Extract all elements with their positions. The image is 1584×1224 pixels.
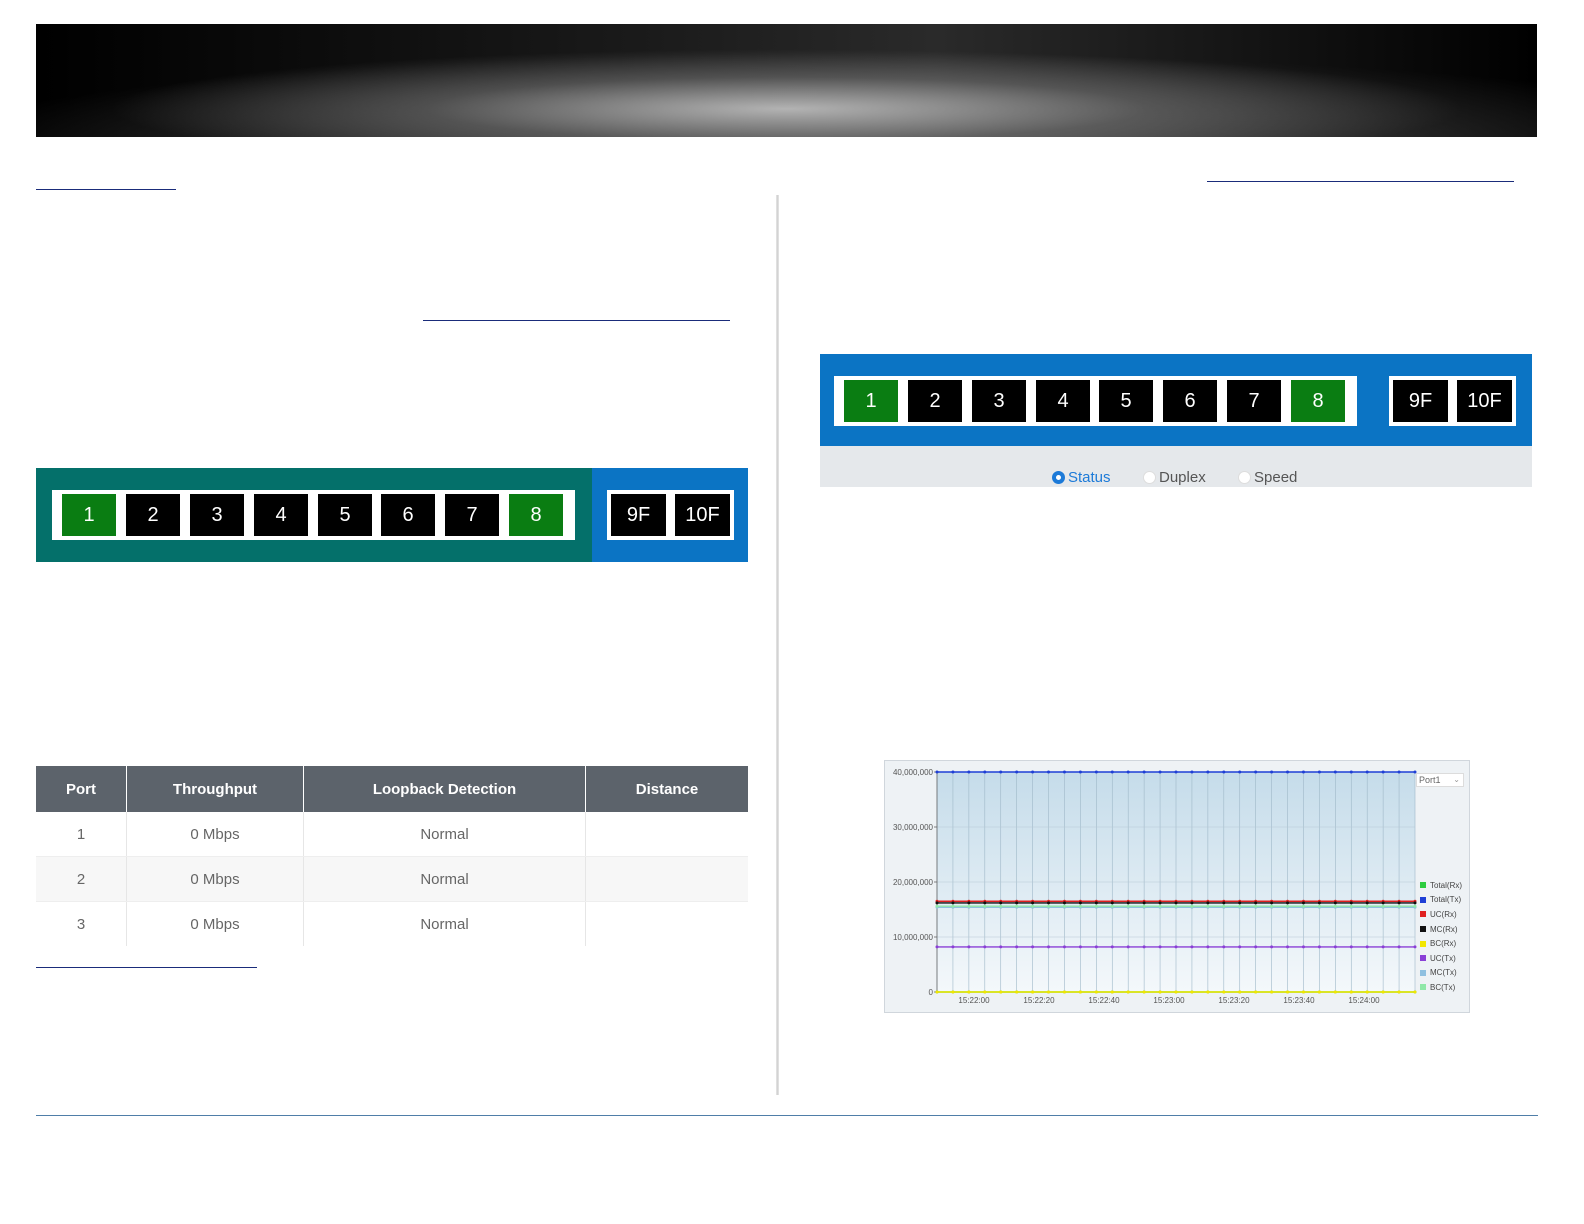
section-heading-underline (36, 189, 176, 190)
cell-loopback-detection: Normal (303, 856, 586, 902)
column-header-loopback-detection: Loopback Detection (303, 766, 586, 812)
cell-throughput: 0 Mbps (126, 901, 304, 946)
radio-dot-icon (1143, 471, 1156, 484)
speed-radio[interactable]: Speed (1238, 469, 1297, 486)
port-status-table: Port Throughput Loopback Detection Dista… (36, 766, 748, 946)
legend-swatch (1420, 940, 1426, 947)
legend-item: UC(Tx) (1420, 951, 1462, 966)
legend-swatch (1420, 984, 1426, 991)
legend-swatch (1420, 969, 1426, 976)
right-port-10f[interactable]: 10F (1457, 380, 1512, 422)
cell-throughput: 0 Mbps (126, 812, 304, 857)
right-port-9f[interactable]: 9F (1393, 380, 1448, 422)
legend-item: Total(Tx) (1420, 893, 1462, 908)
table-header-row: Port Throughput Loopback Detection Dista… (36, 766, 748, 812)
column-header-distance: Distance (585, 766, 748, 812)
port-view-option-bar: Status Duplex Speed (820, 446, 1532, 487)
table-row: 2 0 Mbps Normal (36, 856, 748, 902)
legend-item: Total(Rx) (1420, 878, 1462, 893)
cell-distance (585, 812, 748, 857)
legend-swatch (1420, 882, 1426, 889)
port-select-value: Port1 (1419, 775, 1441, 785)
column-divider (776, 195, 779, 1095)
cell-port: 1 (36, 812, 127, 857)
right-port-5[interactable]: 5 (1099, 380, 1153, 422)
left-port-2[interactable]: 2 (126, 494, 180, 536)
left-port-4[interactable]: 4 (254, 494, 308, 536)
right-port-3[interactable]: 3 (972, 380, 1026, 422)
status-radio[interactable]: Status (1052, 469, 1111, 486)
body-link-underline (423, 320, 730, 321)
left-port-1[interactable]: 1 (62, 494, 116, 536)
right-port-8[interactable]: 8 (1291, 380, 1345, 422)
cell-port: 3 (36, 901, 127, 946)
speed-radio-label: Speed (1254, 469, 1298, 486)
legend-swatch (1420, 926, 1426, 933)
right-port-1[interactable]: 1 (844, 380, 898, 422)
left-port-3[interactable]: 3 (190, 494, 244, 536)
right-port-6[interactable]: 6 (1163, 380, 1217, 422)
legend-item: MC(Rx) (1420, 922, 1462, 937)
column-header-port: Port (36, 766, 127, 812)
cell-distance (585, 856, 748, 902)
legend-label: MC(Rx) (1430, 924, 1458, 934)
legend-swatch (1420, 896, 1426, 903)
header-banner (36, 24, 1537, 137)
header-link-underline (1207, 181, 1514, 182)
right-port-2[interactable]: 2 (908, 380, 962, 422)
legend-label: MC(Tx) (1430, 968, 1457, 978)
legend-item: BC(Tx) (1420, 980, 1462, 995)
port-select-dropdown[interactable]: Port1 ⌄ (1416, 773, 1464, 787)
radio-dot-icon (1238, 471, 1251, 484)
right-port-4[interactable]: 4 (1036, 380, 1090, 422)
legend-label: Total(Rx) (1430, 880, 1463, 890)
cell-loopback-detection: Normal (303, 812, 586, 857)
left-port-8[interactable]: 8 (509, 494, 563, 536)
table-row: 1 0 Mbps Normal (36, 812, 748, 857)
traffic-line-chart: 40,000,00030,000,00020,000,00010,000,000… (893, 768, 1417, 1005)
duplex-radio-label: Duplex (1159, 469, 1206, 486)
duplex-radio[interactable]: Duplex (1143, 469, 1206, 486)
chevron-down-icon: ⌄ (1453, 775, 1460, 784)
left-port-5[interactable]: 5 (318, 494, 372, 536)
table-row: 3 0 Mbps Normal (36, 901, 749, 947)
left-port-9f[interactable]: 9F (611, 494, 666, 536)
legend-item: MC(Tx) (1420, 966, 1462, 981)
left-port-6[interactable]: 6 (381, 494, 435, 536)
legend-label: Total(Tx) (1430, 895, 1462, 905)
radio-dot-icon (1052, 471, 1065, 484)
column-header-throughput: Throughput (126, 766, 304, 812)
cell-port: 2 (36, 856, 127, 902)
legend-label: UC(Tx) (1430, 953, 1456, 963)
legend-swatch (1420, 911, 1426, 918)
cell-throughput: 0 Mbps (126, 856, 304, 902)
legend-item: UC(Rx) (1420, 907, 1462, 922)
status-radio-label: Status (1068, 469, 1111, 486)
chart-legend: Total(Rx) Total(Tx) UC(Rx) MC(Rx) BC(Rx) UC(T… (1420, 878, 1462, 995)
cell-loopback-detection: Normal (303, 901, 586, 946)
legend-item: BC(Rx) (1420, 936, 1462, 951)
legend-swatch (1420, 955, 1426, 962)
legend-label: BC(Tx) (1430, 982, 1456, 992)
right-port-7[interactable]: 7 (1227, 380, 1281, 422)
subsection-heading-underline (36, 967, 257, 968)
legend-label: UC(Rx) (1430, 909, 1457, 919)
traffic-chart-frame (884, 760, 1470, 1013)
cell-distance (586, 902, 749, 947)
legend-label: BC(Rx) (1430, 939, 1457, 949)
left-port-7[interactable]: 7 (445, 494, 499, 536)
left-port-10f[interactable]: 10F (675, 494, 730, 536)
footer-rule (36, 1115, 1538, 1116)
